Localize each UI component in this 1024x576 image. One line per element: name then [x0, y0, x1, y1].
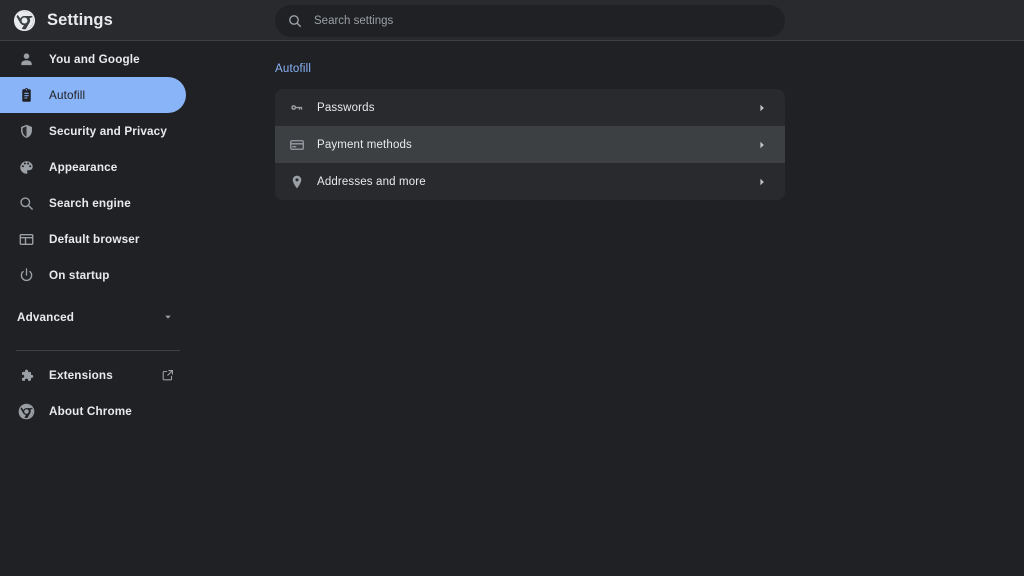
sidebar-item-label: Search engine [49, 196, 131, 210]
search-icon [287, 13, 303, 29]
row-addresses-and-more[interactable]: Addresses and more [275, 163, 785, 200]
row-label: Addresses and more [317, 175, 426, 188]
autofill-card: Passwords Payment methods Addresses and … [275, 89, 785, 200]
chevron-right-icon [758, 177, 766, 187]
row-label: Passwords [317, 101, 375, 114]
settings-header: Settings [0, 0, 1024, 41]
sidebar-item-security-and-privacy[interactable]: Security and Privacy [0, 113, 186, 149]
section-heading: Autofill [275, 63, 312, 75]
sidebar-item-label: Autofill [49, 88, 86, 102]
chevron-down-icon [162, 311, 174, 323]
sidebar-item-label: You and Google [49, 52, 140, 66]
puzzle-piece-icon [17, 366, 35, 384]
sidebar-item-label: Extensions [49, 368, 113, 382]
sidebar-item-label: On startup [49, 268, 110, 282]
sidebar-item-appearance[interactable]: Appearance [0, 149, 186, 185]
sidebar-item-about-chrome[interactable]: About Chrome [0, 393, 186, 429]
sidebar-divider [16, 350, 180, 351]
chevron-right-icon [758, 103, 766, 113]
sidebar-item-you-and-google[interactable]: You and Google [0, 41, 186, 77]
palette-icon [17, 158, 35, 176]
person-icon [17, 50, 35, 68]
sidebar-item-label: Default browser [49, 232, 140, 246]
settings-sidebar: You and Google Autofill Security and Pri… [0, 41, 200, 576]
search-settings-box[interactable] [275, 5, 785, 37]
sidebar-item-search-engine[interactable]: Search engine [0, 185, 186, 221]
magnifier-icon [17, 194, 35, 212]
sidebar-item-label: Advanced [17, 310, 75, 324]
sidebar-item-advanced[interactable]: Advanced [0, 299, 200, 335]
credit-card-icon [288, 136, 306, 154]
sidebar-item-label: Security and Privacy [49, 124, 167, 138]
location-pin-icon [288, 173, 306, 191]
settings-main-content: Autofill Passwords Payment methods Addre… [200, 41, 1024, 576]
external-link-icon[interactable] [161, 368, 175, 382]
sidebar-item-label: Appearance [49, 160, 118, 174]
page-title: Settings [47, 11, 113, 29]
shield-icon [17, 122, 35, 140]
row-passwords[interactable]: Passwords [275, 89, 785, 126]
row-label: Payment methods [317, 138, 412, 151]
key-icon [288, 99, 306, 117]
chrome-logo-icon [13, 9, 36, 32]
sidebar-item-label: About Chrome [49, 404, 132, 418]
search-input[interactable] [314, 15, 771, 27]
chrome-logo-icon [17, 402, 35, 420]
sidebar-item-autofill[interactable]: Autofill [0, 77, 186, 113]
sidebar-item-default-browser[interactable]: Default browser [0, 221, 186, 257]
clipboard-icon [17, 86, 35, 104]
power-icon [17, 266, 35, 284]
sidebar-item-extensions[interactable]: Extensions [0, 357, 186, 393]
browser-window-icon [17, 230, 35, 248]
chevron-right-icon [758, 140, 766, 150]
row-payment-methods[interactable]: Payment methods [275, 126, 785, 163]
sidebar-item-on-startup[interactable]: On startup [0, 257, 186, 293]
